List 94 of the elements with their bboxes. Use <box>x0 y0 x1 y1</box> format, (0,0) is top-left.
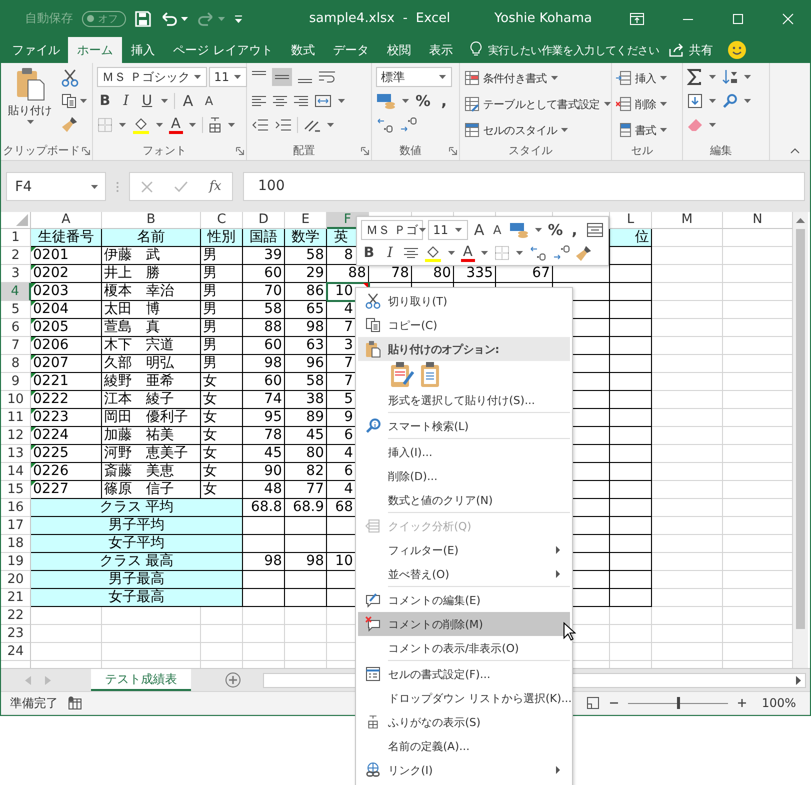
table-cell: 70 <box>243 283 285 301</box>
table-cell: 生徒番号 <box>31 229 102 247</box>
table-cell: 98 <box>243 355 285 373</box>
status-text: 準備完了 <box>10 694 58 712</box>
table-cell: 女子平均 <box>31 535 243 553</box>
table-cell: 60 <box>243 373 285 391</box>
table-cell: 萱島 真 <box>102 319 201 337</box>
table-cell: 60 <box>243 265 285 283</box>
table-cell: 74 <box>243 391 285 409</box>
table-cell: 女 <box>201 463 243 481</box>
table-cell: 榎本 幸治 <box>102 283 201 301</box>
table-cell: 86 <box>285 283 327 301</box>
table-cell: 29 <box>285 265 327 283</box>
table-cell: 男 <box>201 265 243 283</box>
table-cell: 男 <box>201 247 243 265</box>
table-cell: 斎藤 美恵 <box>102 463 201 481</box>
table-cell: 0224 <box>31 427 102 445</box>
table-cell: 82 <box>285 463 327 481</box>
table-cell: 女 <box>201 409 243 427</box>
window-title: sample4.xlsx - Excel <box>308 11 452 26</box>
group-label: スタイル <box>508 143 552 158</box>
table-cell: クラス 最高 <box>31 553 243 571</box>
table-cell: 60 <box>243 337 285 355</box>
group-label: セル <box>631 143 653 158</box>
table-cell: 0226 <box>31 463 102 481</box>
menu-section-header: 貼り付けのオプション: <box>388 342 500 356</box>
table-cell: 男 <box>201 355 243 373</box>
table-cell: 0204 <box>31 301 102 319</box>
table-cell: 0222 <box>31 391 102 409</box>
table-cell: 39 <box>243 247 285 265</box>
table-cell: 男 <box>201 319 243 337</box>
group-label: フォント <box>142 143 186 158</box>
table-cell: 木下 宍道 <box>102 337 201 355</box>
autosave-label: 自動保存 <box>25 10 73 27</box>
table-cell: 河野 恵美子 <box>102 445 201 463</box>
table-cell: 0221 <box>31 373 102 391</box>
table-cell: 0225 <box>31 445 102 463</box>
table-cell: 井上 勝 <box>102 265 201 283</box>
table-cell: 0201 <box>31 247 102 265</box>
table-cell: 58 <box>243 301 285 319</box>
table-cell: 58 <box>285 247 327 265</box>
table-cell: 加藤 祐美 <box>102 427 201 445</box>
table-cell: 久部 明弘 <box>102 355 201 373</box>
table-cell: 68.8 <box>243 499 285 517</box>
table-cell: 98 <box>243 553 285 571</box>
table-cell: 0202 <box>31 265 102 283</box>
table-cell: 45 <box>285 427 327 445</box>
table-cell: 0205 <box>31 319 102 337</box>
table-cell: 太田 博 <box>102 301 201 319</box>
table-cell: 伊藤 武 <box>102 247 201 265</box>
table-cell: 女 <box>201 391 243 409</box>
table-cell: 女 <box>201 427 243 445</box>
table-cell: 88 <box>243 319 285 337</box>
table-cell: 98 <box>285 319 327 337</box>
table-cell: 国語 <box>243 229 285 247</box>
table-cell: 男 <box>201 283 243 301</box>
table-cell: 男子平均 <box>31 517 243 535</box>
table-cell: 男 <box>201 337 243 355</box>
table-cell: 位 <box>610 229 652 247</box>
table-cell: 89 <box>285 409 327 427</box>
group-label: クリップボード <box>3 143 80 158</box>
table-cell: 女子最高 <box>31 589 243 607</box>
table-cell: 0203 <box>31 283 102 301</box>
table-cell: クラス 平均 <box>31 499 243 517</box>
group-label: 数値 <box>400 143 422 158</box>
table-cell: 48 <box>243 481 285 499</box>
table-cell: 96 <box>285 355 327 373</box>
table-cell: 38 <box>285 391 327 409</box>
table-cell: 0207 <box>31 355 102 373</box>
table-cell: 77 <box>285 481 327 499</box>
table-cell: 0223 <box>31 409 102 427</box>
table-cell: 女 <box>201 373 243 391</box>
table-cell: 岡田 優利子 <box>102 409 201 427</box>
table-cell: 名前 <box>102 229 201 247</box>
table-cell: 90 <box>243 463 285 481</box>
table-cell: 女 <box>201 445 243 463</box>
table-cell: 63 <box>285 337 327 355</box>
table-cell: 65 <box>285 301 327 319</box>
table-cell: 性別 <box>201 229 243 247</box>
table-cell: 95 <box>243 409 285 427</box>
table-cell: 男子最高 <box>31 571 243 589</box>
table-cell: 45 <box>243 445 285 463</box>
table-cell: 98 <box>285 553 327 571</box>
group-label: 配置 <box>293 143 315 158</box>
table-cell: 78 <box>243 427 285 445</box>
table-cell: 0206 <box>31 337 102 355</box>
table-cell: 江本 綾子 <box>102 391 201 409</box>
table-cell: 男 <box>201 301 243 319</box>
table-cell: 数学 <box>285 229 327 247</box>
group-label: 編集 <box>710 143 732 158</box>
table-cell: 80 <box>285 445 327 463</box>
table-cell: 綾野 亜希 <box>102 373 201 391</box>
table-cell: 58 <box>285 373 327 391</box>
table-cell: 68.9 <box>285 499 327 517</box>
